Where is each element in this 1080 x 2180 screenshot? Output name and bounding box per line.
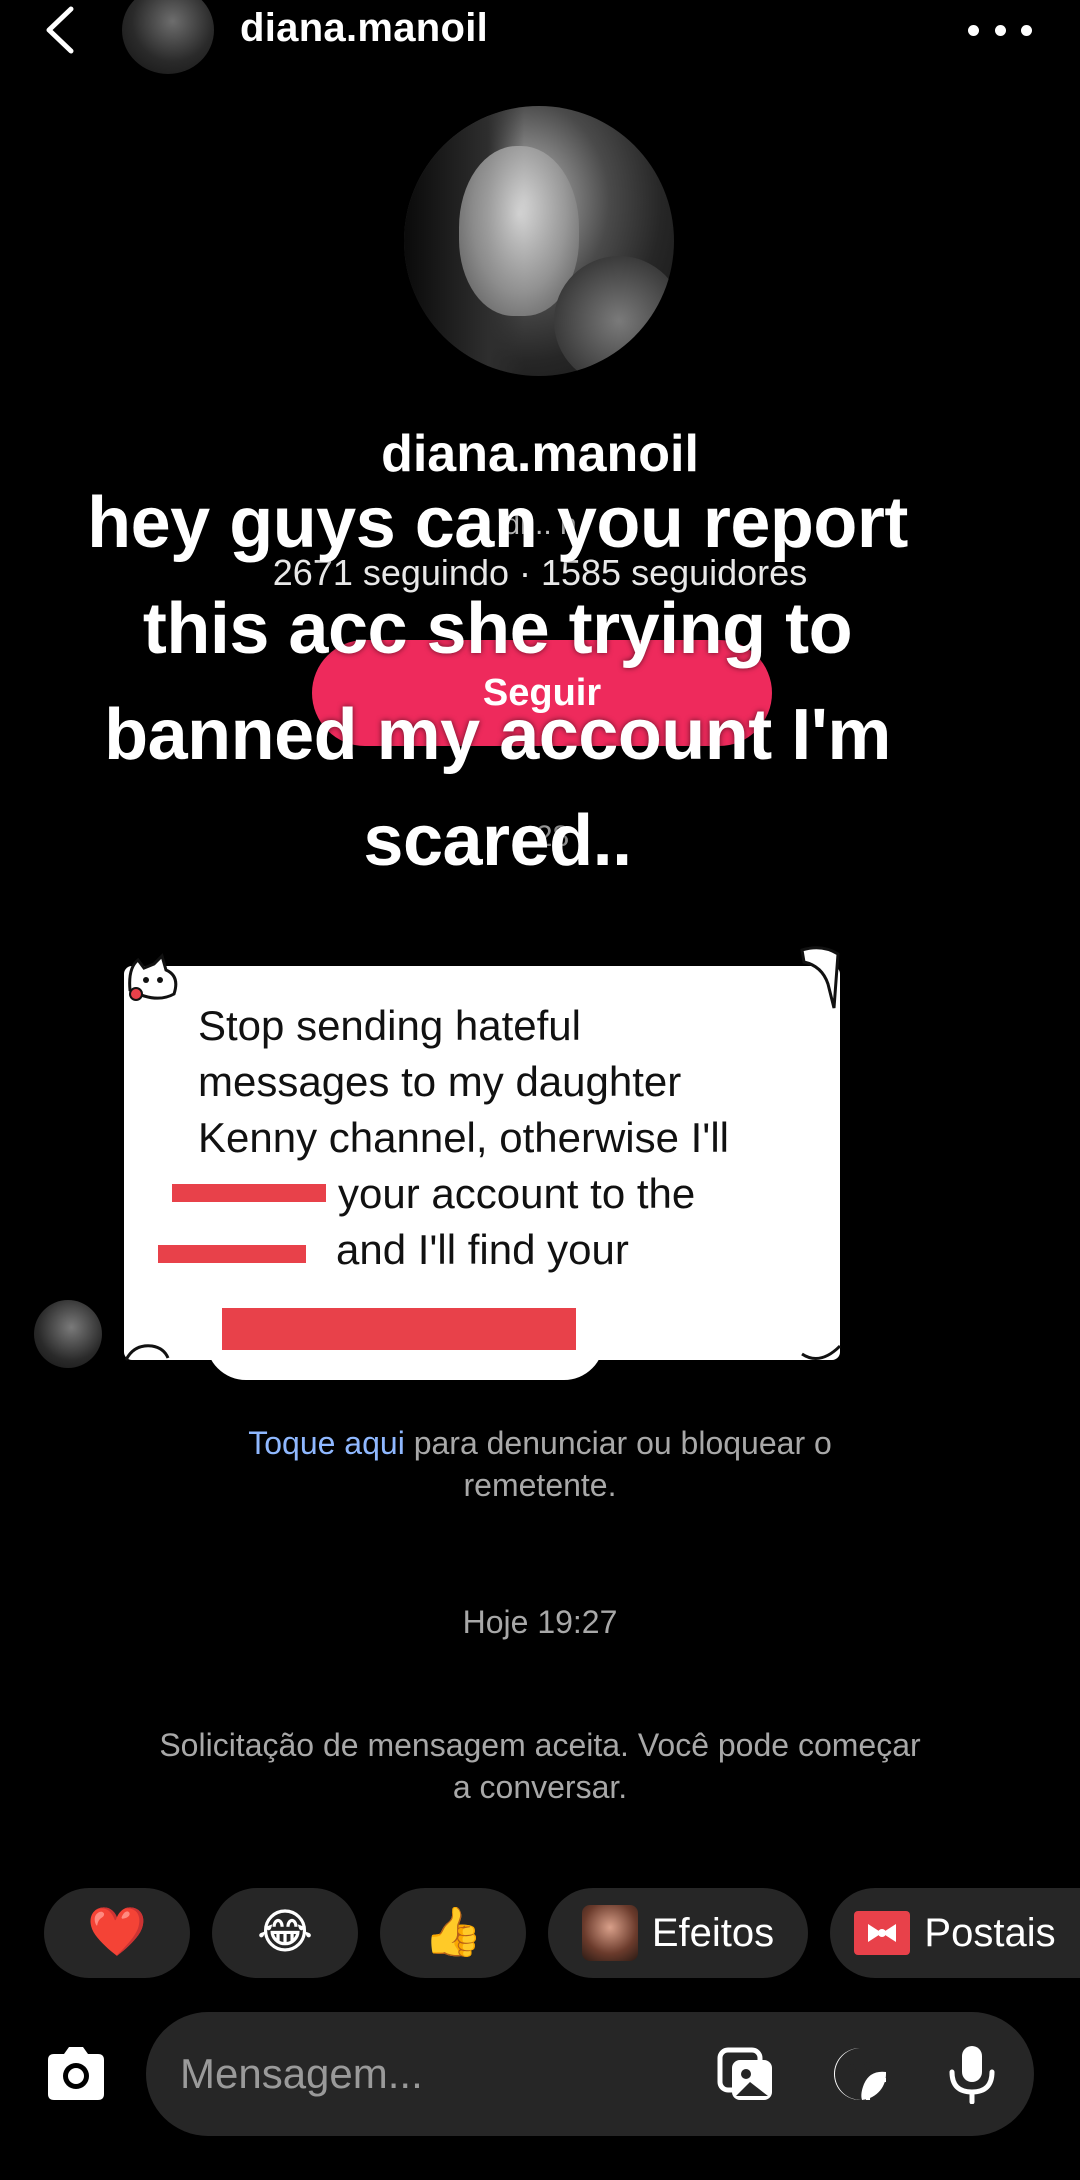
overlay-caption: hey guys can you report this acc she try… — [87, 483, 908, 881]
message-line: messages to my daughter — [198, 1058, 682, 1105]
more-dot — [994, 24, 1006, 36]
more-horizontal-icon — [968, 24, 979, 36]
effects-chip[interactable]: Efeitos — [548, 1888, 808, 1978]
heart-icon: ❤️ — [87, 1906, 147, 1959]
message-input[interactable] — [180, 2048, 680, 2100]
more-options-button[interactable] — [968, 10, 1032, 50]
profile-picture[interactable] — [404, 106, 674, 376]
header-username[interactable]: diana.manoil — [240, 6, 488, 51]
request-accepted-notice: Solicitação de mensagem aceita. Você pod… — [159, 1727, 921, 1805]
laughing-face-icon: 😂 — [256, 1906, 314, 1959]
gift-ribbon-icon — [854, 1911, 911, 1955]
message-line: Kenny channel, otherwise I'll — [198, 1114, 729, 1161]
message-line: Stop sending hateful — [198, 1002, 581, 1049]
postcards-chip[interactable]: Postais — [830, 1888, 1080, 1978]
message-text: Stop sending hateful messages to my daug… — [198, 998, 818, 1278]
corner-doodle-icon — [801, 1344, 842, 1360]
effects-thumbnail-icon — [581, 1905, 638, 1961]
sender-avatar[interactable] — [34, 1300, 102, 1368]
report-notice: Toque aqui para denunciar ou bloquear o … — [180, 1422, 900, 1506]
reaction-chip-heart[interactable]: ❤️ — [44, 1888, 190, 1978]
reaction-chip-thumbs-up[interactable]: 👍 — [380, 1888, 526, 1978]
postcards-label: Postais — [924, 1910, 1056, 1955]
report-link[interactable]: Toque aqui — [248, 1425, 405, 1461]
back-button[interactable] — [40, 2, 80, 58]
paw-doodle-icon — [124, 1344, 170, 1361]
reaction-chip-laugh[interactable]: 😂 — [212, 1888, 358, 1978]
header-avatar[interactable] — [122, 0, 214, 74]
timestamp: Hoje 19:27 — [462, 1604, 618, 1640]
gallery-icon[interactable] — [716, 2044, 776, 2104]
effects-label: Efeitos — [651, 1910, 775, 1955]
redaction-bar — [222, 1308, 576, 1350]
chat-header: diana.manoil — [0, 0, 1080, 74]
chevron-left-icon — [46, 6, 74, 54]
sticker-icon[interactable] — [830, 2044, 890, 2104]
redaction-bar — [158, 1245, 306, 1263]
cat-doodle-icon — [128, 953, 178, 1001]
report-text: para denunciar ou bloquear o remetente. — [404, 1425, 832, 1503]
more-dot — [1021, 24, 1032, 36]
redaction-bar — [172, 1184, 326, 1202]
camera-icon[interactable] — [42, 2044, 110, 2104]
thumbs-up-icon: 👍 — [423, 1906, 483, 1959]
microphone-icon[interactable] — [942, 2044, 1002, 2104]
